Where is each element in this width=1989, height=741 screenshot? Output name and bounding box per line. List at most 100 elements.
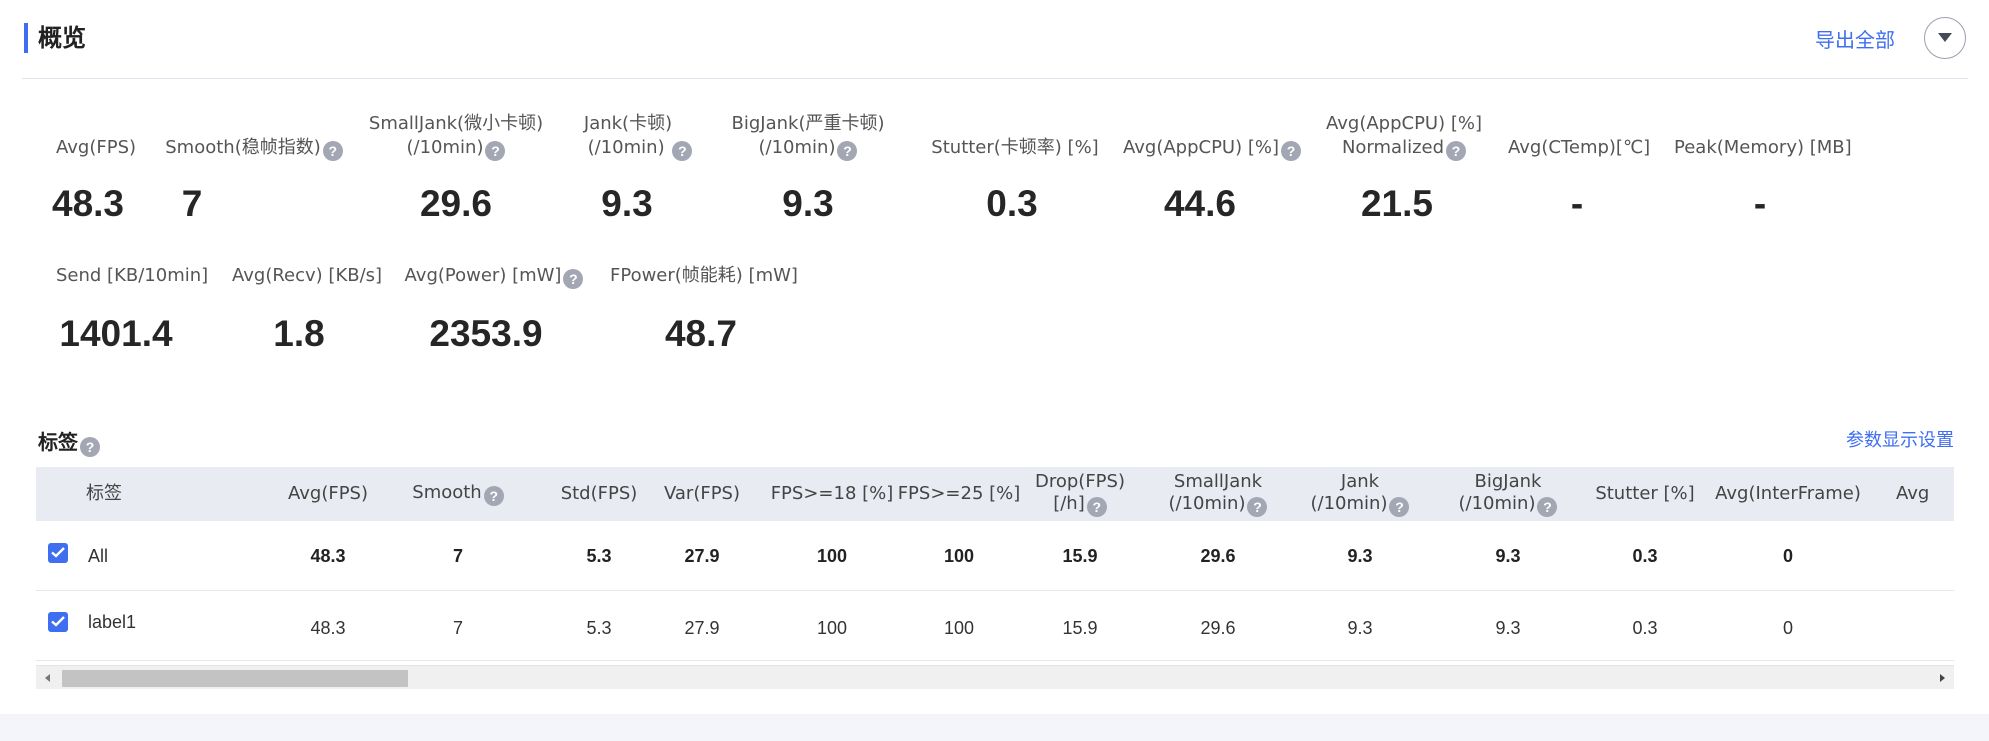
column-header: FPS>=18 [%] (768, 467, 896, 521)
help-icon[interactable]: ? (1086, 497, 1107, 517)
column-header-label: Avg(InterFrame) (1715, 483, 1861, 504)
metric-label: BigJank(严重卡顿) (731, 113, 885, 134)
metric-value: 2353.9 (429, 313, 543, 354)
metric-label: Peak(Memory) [MB] (1674, 137, 1852, 158)
column-header: Drop(FPS) [/h]? (1018, 467, 1142, 521)
table-cell: 0 (1782, 545, 1793, 566)
table-cell: 100 (816, 617, 848, 638)
help-icon[interactable]: ? (1247, 497, 1268, 517)
help-icon[interactable]: ? (837, 141, 858, 161)
table-cell: 27.9 (684, 617, 720, 638)
table-cell: 0.3 (1632, 617, 1658, 638)
metric-label-unit: (/10min) (758, 137, 836, 158)
column-header-label: Avg(FPS) (287, 483, 368, 504)
scroll-left-arrow-icon[interactable] (42, 672, 54, 684)
metric-label: Avg(FPS) (56, 137, 137, 158)
metric-value: 44.6 (1163, 183, 1236, 224)
help-icon[interactable]: ? (672, 141, 693, 161)
help-icon[interactable]: ? (322, 141, 343, 161)
table-row: label1 48.3 7 5.3 27.9 100 100 15.9 29.6 9.3 9.3 0.… (36, 591, 1954, 661)
column-header-unit: [/h] (1053, 493, 1085, 514)
metric-value: 7 (181, 183, 203, 224)
column-header: BigJank (/10min)? (1432, 467, 1584, 521)
metric-label: FPower(帧能耗) [mW] (610, 265, 798, 286)
metric-value: 0.3 (986, 183, 1038, 224)
column-header-label: FPS>=25 [%] (897, 483, 1021, 504)
metric-avg-appcpu-normalized: Avg(AppCPU) [%] Normalized? 21.5 (1324, 112, 1484, 224)
table-cell: 9.3 (1347, 617, 1373, 638)
table-cell: 27.9 (684, 545, 720, 566)
table-cell: 15.9 (1062, 545, 1098, 566)
metric-stutter: Stutter(卡顿率) [%] 0.3 (930, 136, 1100, 224)
metric-jank: Jank(卡顿) (/10min) ? 9.3 (580, 112, 700, 224)
metric-label: SmallJank(微小卡顿) (368, 113, 544, 134)
help-icon[interactable]: ? (1281, 141, 1301, 161)
help-icon[interactable]: ? (1446, 141, 1467, 161)
metric-label: Avg(AppCPU) [%] (1325, 113, 1482, 134)
horizontal-scrollbar[interactable] (36, 665, 1954, 689)
row-checkbox[interactable] (48, 543, 68, 563)
column-header-unit: (/10min) (1168, 493, 1246, 514)
column-header: Std(FPS) (546, 467, 652, 521)
table-cell: 29.6 (1200, 545, 1236, 566)
row-label: label1 (88, 611, 137, 632)
column-header: Avg (1896, 467, 1954, 521)
metric-value: - (1753, 183, 1767, 224)
help-icon[interactable]: ? (563, 269, 584, 289)
metric-send: Send [KB/10min] 1401.4 (56, 264, 209, 354)
tags-title: 标签 (38, 430, 78, 454)
help-icon[interactable]: ? (80, 437, 100, 457)
column-header: Var(FPS) (650, 467, 754, 521)
scroll-right-arrow-icon[interactable] (1936, 672, 1948, 684)
column-header: Avg(InterFrame) (1698, 467, 1878, 521)
column-header-label: 标签 (86, 483, 122, 504)
check-icon (51, 547, 65, 558)
metric-smalljank: SmallJank(微小卡顿) (/10min)? 29.6 (366, 112, 546, 224)
table-cell: 100 (943, 545, 975, 566)
table-cell: 9.3 (1495, 545, 1521, 566)
column-header: FPS>=25 [%] (896, 467, 1022, 521)
collapse-button[interactable] (1924, 17, 1966, 59)
help-icon[interactable]: ? (485, 141, 506, 161)
table-cell: 100 (943, 617, 975, 638)
column-header-label: Drop(FPS) (1035, 471, 1125, 492)
page-title: 概览 (38, 24, 86, 52)
help-icon[interactable]: ? (1389, 497, 1410, 517)
export-all-link[interactable]: 导出全部 (1815, 25, 1895, 55)
help-icon[interactable]: ? (483, 486, 504, 506)
table-cell: 100 (816, 545, 848, 566)
metric-avg-recv: Avg(Recv) [KB/s] 1.8 (232, 264, 383, 354)
metric-label: Avg(CTemp)[℃] (1508, 137, 1651, 158)
column-header-label: BigJank (1474, 471, 1542, 492)
metric-value: 48.3 (52, 183, 125, 224)
column-header-label: Var(FPS) (663, 483, 741, 504)
column-header: SmallJank (/10min)? (1146, 467, 1290, 521)
metric-fpower: FPower(帧能耗) [mW] 48.7 (610, 264, 798, 354)
metric-bigjank: BigJank(严重卡顿) (/10min)? 9.3 (728, 112, 888, 224)
display-settings-link[interactable]: 参数显示设置 (1846, 428, 1954, 454)
tags-table: 标签 Avg(FPS) Smooth? Std(FPS) Var(FPS) FPS>=18… (36, 467, 1954, 691)
column-header-label: FPS>=18 [%] (770, 483, 894, 504)
row-checkbox[interactable] (48, 612, 68, 632)
check-icon (51, 616, 65, 627)
table-cell: 0.3 (1632, 545, 1658, 566)
metric-smooth: Smooth(稳帧指数)? 7 (164, 136, 344, 224)
metric-label: Avg(Recv) [KB/s] (232, 265, 383, 286)
column-header: Smooth? (388, 467, 528, 521)
metric-label-unit: Normalized (1341, 137, 1445, 158)
column-header: 标签 (36, 467, 236, 521)
help-icon[interactable]: ? (1537, 497, 1558, 517)
metric-avg-ctemp: Avg(CTemp)[℃] - (1508, 136, 1651, 224)
table-cell: 7 (452, 545, 463, 566)
table-cell: 29.6 (1200, 617, 1236, 638)
metric-label: Send [KB/10min] (56, 265, 209, 286)
row-label: All (88, 545, 109, 566)
scrollbar-thumb[interactable] (62, 670, 408, 687)
metric-label-unit: (/10min) (406, 137, 484, 158)
table-cell: 9.3 (1347, 545, 1373, 566)
metric-peak-memory: Peak(Memory) [MB] - (1674, 136, 1852, 224)
metric-avg-fps: Avg(FPS) 48.3 (52, 136, 137, 224)
metric-label: Smooth(稳帧指数) (165, 137, 321, 158)
metric-label: Avg(Power) [mW] (404, 265, 562, 286)
column-header-label: SmallJank (1173, 471, 1263, 492)
